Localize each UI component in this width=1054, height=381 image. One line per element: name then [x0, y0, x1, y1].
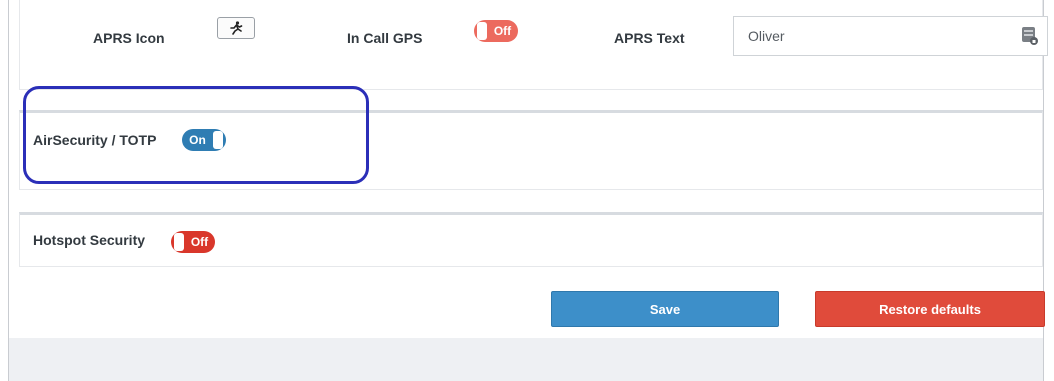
- settings-content: APRS Icon In Call GPS Off APRS Text Oliv…: [9, 0, 1048, 338]
- hotspot-security-state: Off: [190, 235, 209, 249]
- aprs-text-field[interactable]: [733, 16, 1048, 56]
- in-call-gps-label: In Call GPS: [347, 30, 423, 46]
- toggle-knob: [174, 233, 184, 251]
- contact-card-icon: [1022, 27, 1038, 45]
- settings-window: APRS Icon In Call GPS Off APRS Text Oliv…: [8, 0, 1048, 381]
- hotspot-panel: Hotspot Security Off: [19, 212, 1043, 267]
- restore-defaults-button[interactable]: Restore defaults: [815, 291, 1045, 327]
- aprs-text-input[interactable]: [748, 26, 998, 46]
- hotspot-security-toggle[interactable]: Off: [171, 231, 215, 253]
- aprs-icon-picker[interactable]: [217, 17, 255, 39]
- highlight-ring: [23, 86, 369, 184]
- toggle-knob: [477, 22, 487, 40]
- aprs-text-label: APRS Text: [614, 30, 685, 46]
- aprs-panel: APRS Icon In Call GPS Off APRS Text: [19, 0, 1048, 90]
- running-person-icon: [230, 21, 243, 35]
- save-button[interactable]: Save: [551, 291, 779, 327]
- aprs-icon-label: APRS Icon: [93, 30, 165, 46]
- hotspot-security-label: Hotspot Security: [33, 232, 146, 248]
- in-call-gps-state: Off: [493, 24, 512, 38]
- in-call-gps-toggle[interactable]: Off: [474, 20, 518, 42]
